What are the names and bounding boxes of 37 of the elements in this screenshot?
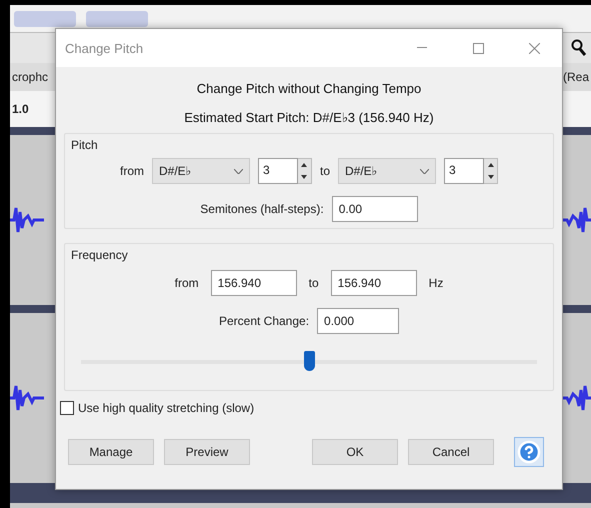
field-label: to [308,276,319,290]
high-quality-checkbox[interactable]: Use high quality stretching (slow) [60,401,554,415]
note-dropdown[interactable]: D#/E♭ [338,158,436,184]
close-icon [528,42,540,54]
help-icon [517,440,541,464]
group-label: Pitch [71,138,98,152]
scale-label: 1.0 [11,102,30,116]
slider-thumb[interactable] [304,351,315,371]
frequency-field[interactable]: 156.940 [330,270,417,296]
dialog-heading: Change Pitch without Changing Tempo [196,81,422,96]
dialog-button[interactable]: Manage [68,439,154,465]
chevron-icon [420,168,429,174]
zoom-icon[interactable] [571,39,587,57]
percent-field[interactable]: 0.000 [317,308,400,334]
meter-bar [86,10,148,26]
meter-bar [14,10,76,26]
window-title: Change Pitch [65,40,144,56]
track-name: crophc [11,70,50,84]
track-label: (Rea [562,70,590,84]
field-label: from [174,276,199,290]
dialog-button[interactable]: Preview [164,439,250,465]
estimated-pitch: Estimated Start Pitch: D#/E♭3 (156.940 Hz) [183,110,435,125]
unit-label: Hz [428,276,444,290]
frequency-field[interactable]: 156.940 [210,270,297,296]
field-label: Percent Change: [218,314,310,328]
note-dropdown[interactable]: D#/E♭ [152,158,250,184]
dialog-button[interactable]: Cancel [408,439,494,465]
semitones-field[interactable]: 0.00 [332,196,418,222]
group-label: Frequency [71,248,128,262]
help-button[interactable] [514,437,544,467]
minimize-icon [417,47,427,49]
dialog-button[interactable]: OK [312,439,398,465]
field-label: Semitones (half-steps): [200,202,324,216]
chevron-icon [234,168,243,174]
maximize-icon [472,42,484,54]
field-label: from [120,164,144,178]
field-label: to [320,164,330,178]
